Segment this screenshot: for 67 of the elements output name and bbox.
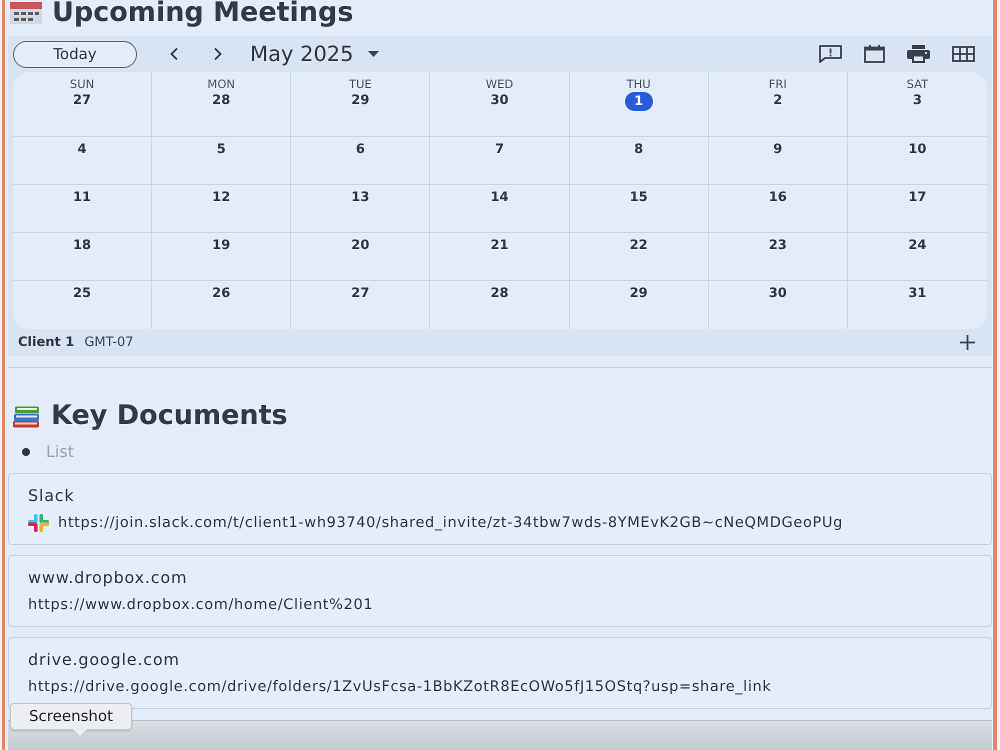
weekday-label: THU: [626, 77, 651, 92]
document-title: Slack: [28, 485, 76, 506]
document-link[interactable]: https://drive.google.com/drive/folders/1ZvUsFcsa-1BbKZotR8EcOWo5fJ15OStq?usp=share_link: [28, 677, 772, 697]
date-number[interactable]: 26: [206, 285, 236, 302]
date-number[interactable]: 14: [484, 189, 515, 206]
page-heading: Upcoming Meetings: [52, 0, 354, 26]
date-number[interactable]: 27: [345, 285, 376, 302]
weekday-label: SAT: [906, 77, 928, 92]
date-number[interactable]: 24: [902, 237, 932, 254]
document-link[interactable]: https://join.slack.com/t/client1-wh93740/shared_invite/zt-34tbw7wds-8YMEvK2GB~cNeQMDGeoPUg: [58, 513, 844, 533]
date-number[interactable]: 19: [206, 237, 236, 254]
date-number[interactable]: 16: [762, 189, 793, 206]
tooltip-pointer-icon: [72, 729, 88, 738]
date-number[interactable]: 17: [902, 189, 932, 206]
date-number[interactable]: 28: [206, 92, 236, 109]
date-number[interactable]: 23: [762, 237, 793, 254]
date-number[interactable]: 6: [350, 141, 371, 158]
weekday-label: FRI: [768, 77, 787, 92]
date-number[interactable]: 31: [902, 285, 932, 302]
print-icon[interactable]: [907, 45, 930, 63]
feedback-icon[interactable]: [819, 45, 842, 63]
weekday-label: WED: [486, 77, 514, 92]
weekday-label: TUE: [348, 77, 372, 92]
books-icon: [12, 404, 41, 428]
date-number[interactable]: 7: [488, 141, 510, 158]
list-item-field[interactable]: List: [46, 440, 246, 464]
date-number[interactable]: 25: [67, 285, 98, 302]
calendar-icon: [10, 2, 42, 24]
today-button[interactable]: Today: [13, 40, 137, 68]
date-number[interactable]: 11: [67, 189, 98, 206]
weekday-label: SUN: [70, 77, 94, 92]
date-number[interactable]: 4: [72, 141, 93, 158]
date-number[interactable]: 9: [767, 141, 788, 158]
chevron-right-icon[interactable]: [213, 47, 223, 61]
add-icon[interactable]: [960, 335, 975, 350]
date-number[interactable]: 8: [628, 141, 650, 158]
document-title: www.dropbox.com: [28, 567, 188, 588]
date-number[interactable]: 2: [767, 92, 788, 109]
calendar-name: Client 1: [18, 334, 74, 352]
date-number[interactable]: 5: [210, 141, 232, 158]
date-number[interactable]: 29: [624, 285, 654, 302]
caret-icon[interactable]: [368, 51, 379, 57]
date-number[interactable]: 13: [345, 189, 376, 206]
date-number[interactable]: 10: [902, 141, 932, 158]
date-number[interactable]: 30: [762, 285, 793, 302]
document-link[interactable]: https://www.dropbox.com/home/Client%201: [28, 595, 374, 615]
date-number[interactable]: 15: [624, 189, 654, 206]
section-heading: Key Documents: [51, 399, 288, 433]
date-number[interactable]: 21: [484, 237, 515, 254]
date-number[interactable]: 30: [484, 92, 515, 109]
date-number[interactable]: 22: [624, 237, 654, 254]
calendar-view-icon[interactable]: [864, 45, 885, 63]
month-label[interactable]: May 2025: [250, 42, 354, 66]
grid-icon[interactable]: [952, 46, 975, 62]
bullet-icon: [22, 448, 30, 456]
document-title: drive.google.com: [28, 649, 181, 670]
date-number[interactable]: 18: [67, 237, 98, 254]
date-number[interactable]: 20: [345, 237, 376, 254]
weekday-label: MON: [207, 77, 235, 92]
date-number[interactable]: 27: [67, 92, 98, 109]
date-number[interactable]: 12: [206, 189, 236, 206]
today-date-number[interactable]: 1: [624, 92, 653, 111]
date-number[interactable]: 29: [345, 92, 376, 109]
chevron-left-icon[interactable]: [169, 47, 179, 61]
date-number[interactable]: 3: [906, 92, 928, 109]
timezone-label: GMT-07: [84, 334, 134, 352]
date-number[interactable]: 28: [484, 285, 515, 302]
